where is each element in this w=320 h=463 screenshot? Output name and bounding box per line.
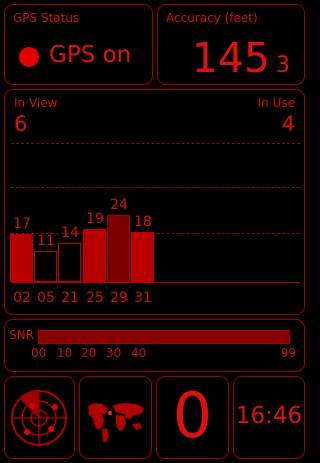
accuracy-panel[interactable]: Accuracy (feet) 145 3 — [157, 4, 305, 85]
signal-bar-value: 24 — [110, 197, 128, 213]
signal-bar-value: 17 — [13, 216, 31, 232]
world-map-icon — [88, 403, 144, 443]
signal-bar — [10, 234, 33, 282]
radar-icon — [11, 390, 67, 446]
signal-bar-value: 18 — [134, 214, 152, 230]
in-view-count: 6 — [14, 112, 28, 136]
accuracy-value: 145 — [191, 34, 270, 82]
clock-tile[interactable]: 16:46 — [233, 376, 305, 459]
in-view-label: In View — [14, 96, 58, 110]
gps-status-panel[interactable]: GPS Status GPS on — [4, 4, 153, 85]
snr-scale-bar — [38, 330, 290, 344]
in-use-label: In Use — [257, 96, 295, 110]
signal-bar — [34, 251, 57, 282]
satellite-panel[interactable]: In View In Use 6 4 17 02 11 05 14 21 19 25 24 29 1… — [4, 89, 305, 315]
satellite-count-tile[interactable]: 0 — [156, 376, 229, 459]
gps-status-label: GPS Status — [13, 11, 80, 25]
map-tile[interactable] — [79, 376, 152, 459]
gps-status-value: GPS on — [49, 42, 132, 68]
accuracy-decimal: 3 — [276, 53, 290, 78]
signal-bar-value: 14 — [61, 225, 79, 241]
satellite-count-value: 0 — [172, 379, 213, 452]
snr-tick: 20 — [81, 346, 97, 360]
snr-tick: 30 — [106, 346, 122, 360]
accuracy-label: Accuracy (feet) — [166, 11, 258, 25]
satellite-prn: 21 — [61, 290, 79, 306]
signal-bar — [58, 243, 81, 282]
clock-value: 16:46 — [235, 403, 303, 429]
snr-tick-max: 99 — [280, 346, 296, 360]
gridline — [11, 187, 300, 188]
signal-bar — [107, 215, 130, 282]
snr-tick: 40 — [131, 346, 147, 360]
satellite-prn: 31 — [134, 290, 152, 306]
signal-bar-value: 19 — [86, 211, 104, 227]
signal-bar — [131, 232, 154, 282]
gps-status-indicator — [19, 47, 39, 67]
snr-tick: 10 — [57, 346, 73, 360]
snr-label: SNR — [9, 328, 34, 342]
signal-bar — [83, 229, 106, 282]
snr-tick: 00 — [31, 346, 47, 360]
signal-baseline — [11, 282, 300, 283]
gridline — [11, 143, 300, 144]
radar-tile[interactable] — [4, 376, 75, 459]
snr-panel[interactable]: SNR 00 10 20 30 40 99 — [4, 319, 305, 372]
in-use-count: 4 — [281, 112, 295, 136]
